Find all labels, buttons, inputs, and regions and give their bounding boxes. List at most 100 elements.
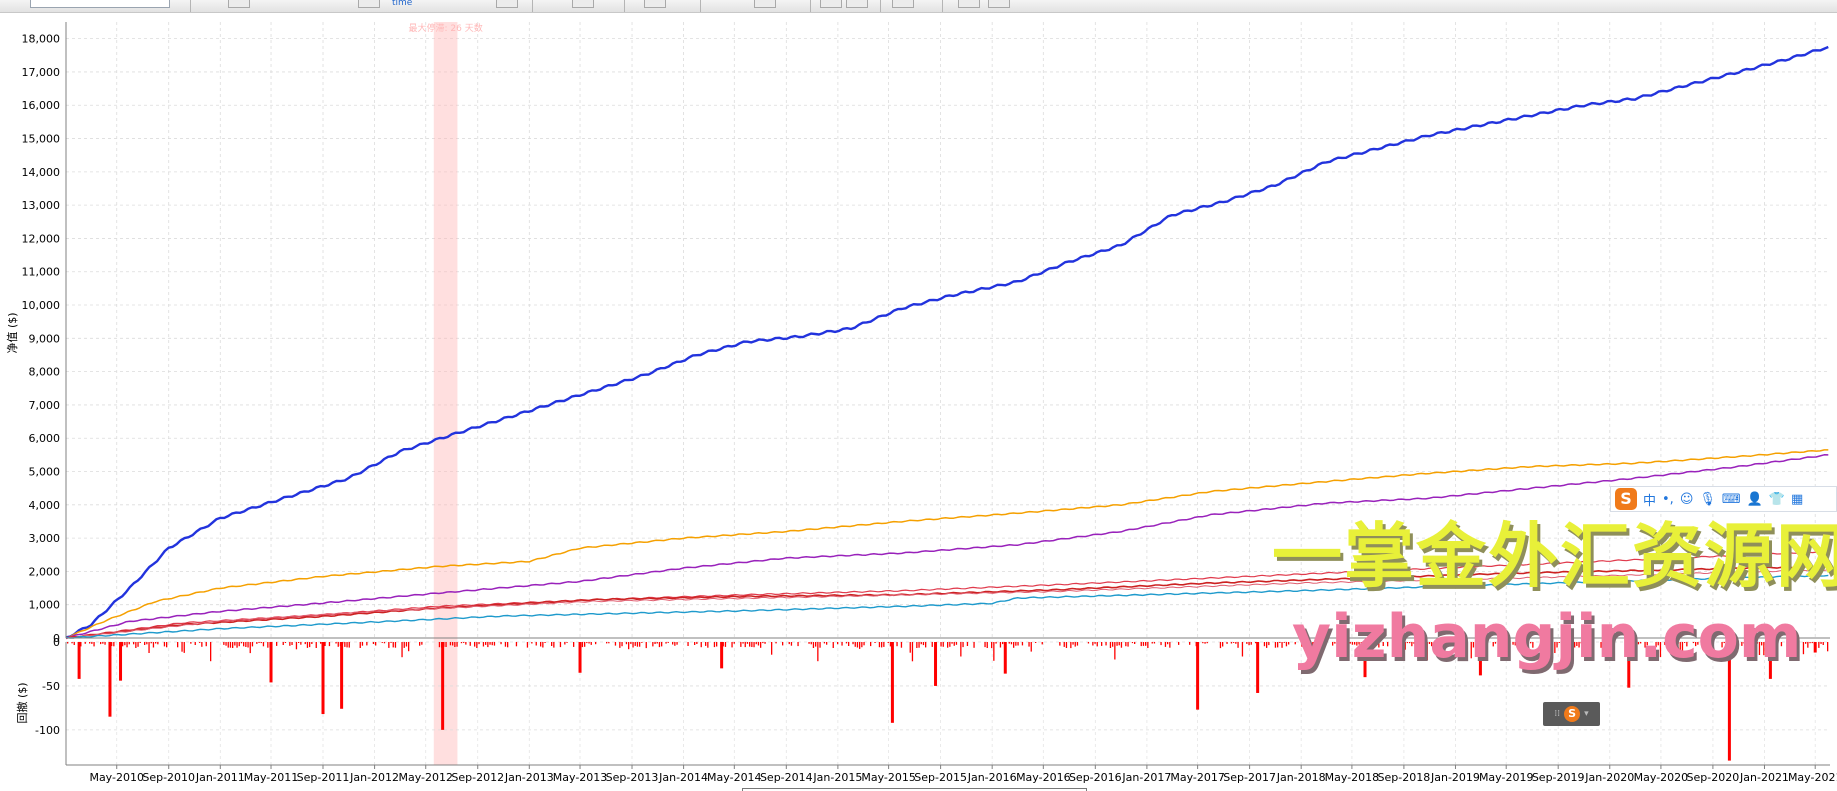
drawdown-bar (249, 642, 251, 654)
drawdown-bar (298, 642, 300, 643)
drawdown-bar (335, 642, 337, 644)
drawdown-bar (1607, 642, 1609, 647)
drawdown-bar (641, 642, 643, 643)
drawdown-bar (1169, 642, 1171, 648)
drawdown-bar (1312, 642, 1314, 648)
drawdown-bar (1402, 642, 1404, 649)
drawdown-bar (315, 642, 317, 648)
drawdown-bar (1096, 642, 1098, 647)
drawdown-bar (672, 642, 674, 645)
x-tick-label: May-2019 (1479, 771, 1534, 784)
drawdown-bar (504, 642, 507, 647)
drawdown-bar (984, 642, 986, 648)
sogou-logo-icon[interactable]: S (1615, 488, 1637, 510)
drawdown-bar (194, 642, 196, 645)
drawdown-bar (1444, 642, 1446, 648)
drawdown-bar (639, 642, 641, 647)
ime-voice-icon[interactable]: 🎙 (1699, 492, 1716, 507)
drawdown-bar (1569, 642, 1571, 648)
drawdown-bar (1472, 642, 1475, 648)
drawdown-bar (1059, 642, 1061, 646)
drawdown-bar (1712, 642, 1714, 645)
drawdown-bar (1521, 642, 1523, 647)
drawdown-bar (1558, 642, 1560, 643)
drawdown-bar (452, 642, 454, 646)
drawdown-bar (478, 642, 480, 645)
drawdown-bar (586, 642, 588, 644)
drawdown-bar (276, 642, 278, 646)
x-tick-label: Jan-2019 (1430, 771, 1480, 784)
drawdown-bar (1002, 642, 1004, 645)
ime-user-icon[interactable]: 👤 (1747, 492, 1763, 507)
drawdown-bar (1609, 642, 1611, 647)
ime-toolbox-icon[interactable]: ▦ (1791, 492, 1803, 507)
drawdown-bar (1178, 642, 1180, 645)
drawdown-bar (861, 642, 863, 648)
drawdown-spike (1727, 642, 1731, 761)
ime-punctuation-icon[interactable]: •, (1662, 492, 1674, 507)
drawdown-bar (1268, 642, 1270, 646)
drawdown-bar (1675, 642, 1677, 648)
drawdown-bar (227, 642, 229, 648)
drawdown-bar (918, 642, 920, 648)
equity-y-tick-label: 18,000 (22, 33, 61, 46)
drawdown-spike (321, 642, 325, 715)
equity-series-line (65, 45, 1829, 639)
drawdown-bar (1428, 642, 1431, 644)
drawdown-bar (636, 642, 639, 647)
ime-lang-toggle[interactable]: 中 (1643, 490, 1656, 509)
ime-toolbar[interactable]: S 中 •, ☺ 🎙 ⌨ 👤 👕 ▦ (1610, 486, 1837, 512)
drawdown-bar (1318, 642, 1321, 649)
drawdown-bar (676, 642, 678, 645)
drawdown-bar (1475, 642, 1477, 644)
drawdown-bar (295, 642, 298, 650)
equity-y-axis-label: 净值 ($) (5, 312, 19, 353)
drawdown-bar (551, 642, 553, 646)
drawdown-bar (100, 642, 102, 645)
drawdown-bar (757, 642, 760, 646)
drawdown-bar (1283, 642, 1285, 643)
drawdown-bar (1406, 642, 1409, 644)
drawdown-bar (262, 642, 265, 647)
menu-arrow-icon[interactable]: ▾ (1584, 709, 1589, 719)
drawdown-bar (1673, 642, 1675, 648)
drawdown-bar (991, 642, 993, 649)
drawdown-bar (832, 642, 834, 648)
x-tick-label: Sep-2014 (760, 771, 813, 784)
drawdown-bar (931, 642, 933, 647)
drawdown-bar (1637, 642, 1640, 645)
drawdown-bar (291, 642, 293, 645)
x-tick-label: Sep-2017 (1223, 771, 1276, 784)
stagnation-band-rect (433, 22, 458, 765)
ime-emoji-icon[interactable]: ☺ (1680, 492, 1694, 507)
drawdown-bar (1657, 642, 1659, 646)
drawdown-bar (328, 642, 331, 647)
drawdown-bar (1114, 642, 1116, 660)
ime-keyboard-icon[interactable]: ⌨ (1722, 492, 1741, 507)
drawdown-bar (1679, 642, 1681, 651)
drawdown-spike (1478, 642, 1482, 676)
x-tick-label: Jan-2012 (349, 771, 399, 784)
drawdown-bar (628, 642, 630, 650)
ime-skin-icon[interactable]: 👕 (1769, 492, 1785, 507)
drawdown-bar (863, 642, 865, 646)
drawdown-bar (953, 642, 955, 646)
drawdown-bar (815, 642, 817, 647)
equity-y-tick-label: 12,000 (22, 232, 61, 245)
drawdown-bar (485, 642, 487, 645)
drawdown-bar (401, 642, 403, 658)
drawdown-bar (1754, 642, 1756, 643)
drawdown-bar (922, 642, 925, 646)
sogou-logo-icon[interactable]: S (1564, 706, 1581, 722)
drawdown-bar (372, 642, 375, 644)
drawdown-bar (1750, 642, 1752, 647)
drawdown-bar (755, 642, 757, 645)
drawdown-bar (1008, 642, 1010, 644)
drawdown-bar (238, 642, 240, 647)
drawdown-bar (137, 642, 139, 647)
ime-mini-bar[interactable]: ⁞⁞ S ▾ (1543, 702, 1600, 726)
drawdown-bar (1316, 642, 1318, 646)
drawdown-bar (606, 642, 608, 644)
drag-handle-icon[interactable]: ⁞⁞ (1554, 709, 1560, 719)
equity-y-tick-label: 5,000 (29, 466, 61, 479)
